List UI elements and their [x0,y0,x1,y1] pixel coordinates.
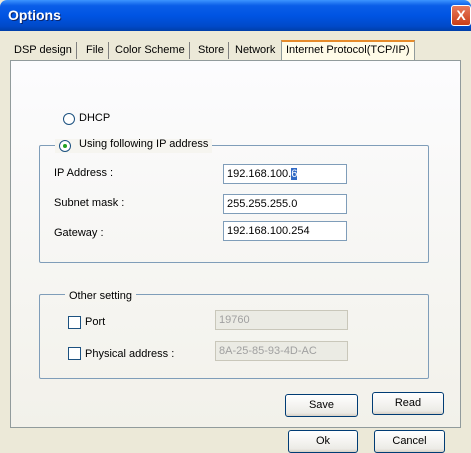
gateway-value: 192.168.100.254 [227,225,310,237]
static-ip-label: Using following IP address [79,138,209,150]
ip-address-input[interactable]: 192.168.100.6 [223,164,347,184]
tab-label: Network [235,44,276,56]
save-button-label: Save [308,399,335,411]
tab-dsp-design[interactable]: DSP design [10,42,77,59]
read-button-label: Read [394,397,422,409]
window-title: Options [8,7,61,23]
port-checkbox[interactable] [68,316,81,329]
tab-internet-protocol[interactable]: Internet Protocol(TCP/IP) [281,40,415,61]
port-label: Port [85,316,106,328]
tab-label: File [86,44,104,56]
save-button[interactable]: Save [285,394,358,417]
dhcp-radio[interactable] [63,113,75,125]
title-bar[interactable]: Options X [0,0,471,31]
subnet-mask-label: Subnet mask : [54,197,125,209]
static-ip-radio[interactable] [59,140,71,152]
close-icon: X [456,7,466,23]
tab-label: Color Scheme [115,44,185,56]
port-value: 19760 [219,314,250,326]
static-ip-legend: Using following IP address [55,138,213,153]
ip-address-label: IP Address : [54,167,114,179]
physical-address-label: Physical address : [85,348,175,360]
tab-file[interactable]: File [82,42,109,59]
physical-address-value: 8A-25-85-93-4D-AC [219,345,317,357]
options-window: Options X DSP design File Color Scheme S… [0,0,471,453]
other-setting-legend: Other setting [65,290,136,302]
tab-panel-tcpip: DHCP Using following IP address IP Addre… [10,60,461,428]
ok-button[interactable]: Ok [288,430,358,453]
cancel-button[interactable]: Cancel [374,430,445,453]
tab-store[interactable]: Store [194,42,230,59]
port-input[interactable]: 19760 [215,310,348,330]
subnet-mask-input[interactable]: 255.255.255.0 [223,194,347,214]
tab-strip: DSP design File Color Scheme Store Netwo… [10,40,460,61]
other-setting-group [39,294,429,379]
tab-network[interactable]: Network [231,42,279,59]
tab-label: Store [198,44,225,56]
tab-color-scheme[interactable]: Color Scheme [111,42,190,59]
ip-address-selected-text: 6 [291,168,298,180]
read-button[interactable]: Read [372,392,444,415]
subnet-mask-value: 255.255.255.0 [227,198,298,210]
dhcp-label: DHCP [79,112,111,124]
physical-address-input[interactable]: 8A-25-85-93-4D-AC [215,341,348,361]
gateway-input[interactable]: 192.168.100.254 [223,221,347,241]
ip-address-value: 192.168.100. [227,168,292,180]
tab-label: DSP design [14,44,72,56]
gateway-label: Gateway : [54,227,104,239]
cancel-button-label: Cancel [392,435,427,447]
radio-selected-dot [63,144,67,148]
close-button[interactable]: X [451,5,471,26]
physical-address-checkbox[interactable] [68,347,81,360]
ok-button-label: Ok [315,435,331,447]
tab-label: Internet Protocol(TCP/IP) [286,44,410,56]
